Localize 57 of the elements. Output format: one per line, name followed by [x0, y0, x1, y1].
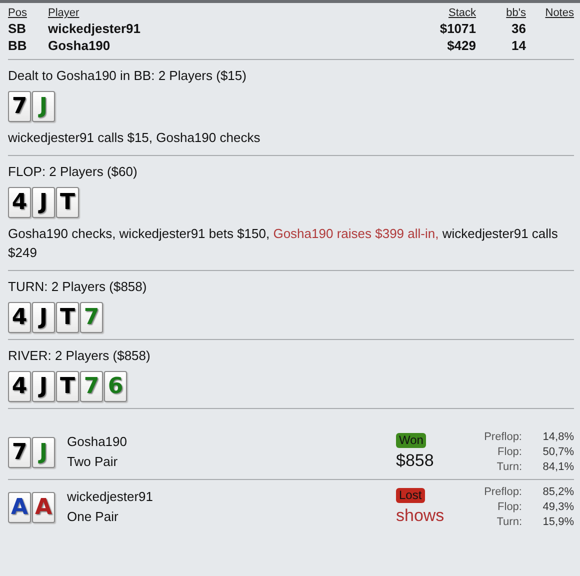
- equity-label: Preflop:: [483, 430, 522, 444]
- column-header[interactable]: Player: [48, 7, 396, 19]
- playing-card: A: [32, 492, 55, 522]
- player-name: Gosha190: [67, 433, 128, 451]
- playing-card: A: [8, 492, 31, 522]
- street-title: FLOP: 2 Players ($60): [8, 164, 138, 179]
- big-blinds-cell-text: 14: [510, 38, 526, 53]
- stack-cell-text: $1071: [438, 21, 476, 36]
- player-name: Gosha190: [48, 38, 112, 53]
- playing-card: 7: [80, 302, 103, 333]
- big-blinds-cell-text: 36: [510, 21, 526, 36]
- player-name: wickedjester91: [48, 21, 142, 36]
- equity-value: 49,3%: [542, 500, 574, 514]
- position-cell-text: SB: [8, 21, 28, 36]
- playing-card: J: [32, 187, 55, 218]
- playing-card: J: [32, 302, 55, 333]
- equity-value: 50,7%: [542, 444, 574, 460]
- player-name: wickedjester91: [67, 488, 154, 506]
- result-badge: Won: [396, 433, 426, 448]
- equity-value: 14,8%: [542, 430, 574, 444]
- playing-card: J: [32, 436, 55, 468]
- hand-name: Two Pair: [67, 453, 119, 471]
- playing-card: J: [32, 371, 55, 402]
- equity-label: Turn:: [496, 514, 522, 530]
- playing-card: 4: [8, 187, 31, 218]
- playing-card: 4: [8, 371, 31, 402]
- equity-label: Turn:: [496, 460, 522, 474]
- column-header[interactable]: Pos: [8, 7, 48, 19]
- playing-card: 4: [8, 302, 31, 333]
- playing-card: T: [56, 302, 79, 333]
- street-title: TURN: 2 Players ($858): [8, 279, 148, 294]
- result-amount: $858: [396, 451, 434, 471]
- playing-card: 7: [80, 371, 103, 402]
- equity-value: 84,1%: [542, 460, 574, 474]
- street-title: RIVER: 2 Players ($858): [8, 348, 152, 363]
- equity-value: 15,9%: [542, 514, 574, 530]
- equity-value: 85,2%: [542, 484, 574, 500]
- playing-card: J: [32, 91, 55, 122]
- playing-card: 6: [104, 371, 127, 402]
- equity-label: Flop:: [496, 444, 522, 460]
- result-amount: shows: [396, 506, 444, 526]
- action-text: wickedjester91 calls $15, Gosha190 checks: [8, 129, 262, 147]
- stack-cell-text: $429: [446, 38, 476, 53]
- result-badge: Lost: [396, 488, 425, 503]
- equity-label: Flop:: [496, 500, 522, 514]
- street-title: Dealt to Gosha190 in BB: 2 Players ($15): [8, 68, 248, 83]
- playing-card: 7: [8, 436, 31, 468]
- action-text: Gosha190 checks, wickedjester91 bets $150, Gosha190 raises $399 all-in, wickedjester91 calls $249: [8, 225, 559, 262]
- playing-card: T: [56, 371, 79, 402]
- equity-label: Preflop:: [483, 484, 522, 500]
- playing-card: 7: [8, 91, 31, 122]
- hand-name: One Pair: [67, 508, 120, 526]
- column-header[interactable]: Notes: [526, 7, 574, 19]
- position-cell-text: BB: [8, 38, 28, 53]
- column-header[interactable]: Stack: [396, 7, 476, 19]
- playing-card: T: [56, 187, 79, 218]
- column-header[interactable]: bb's: [476, 7, 526, 19]
